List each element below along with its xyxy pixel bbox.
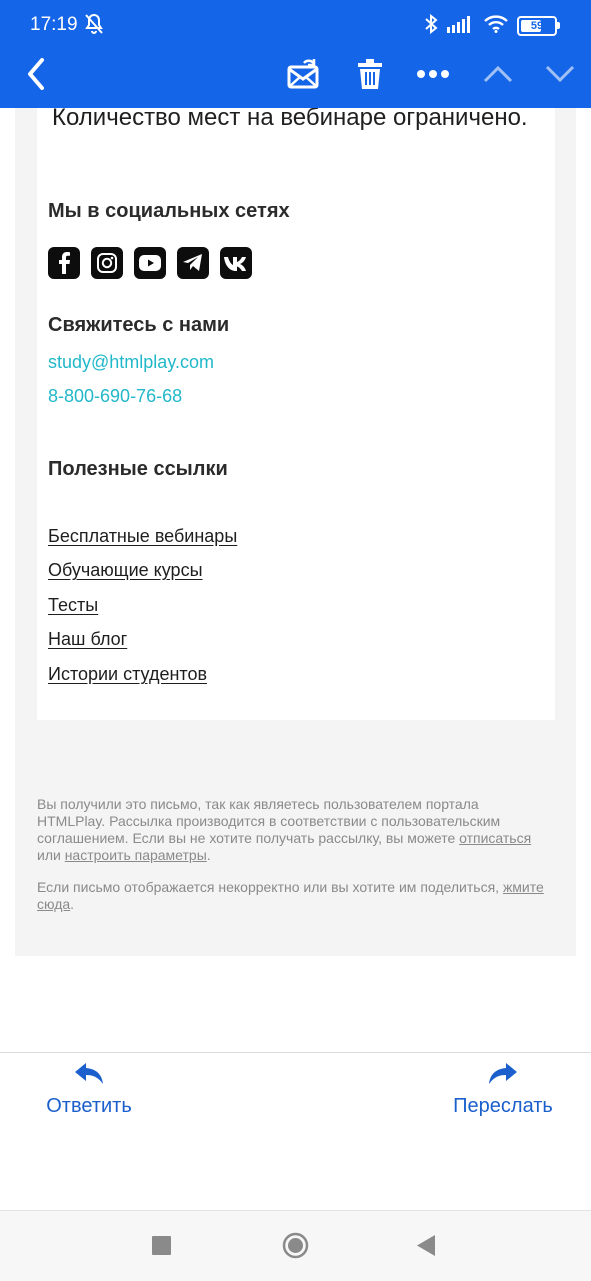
social-heading: Мы в социальных сетях: [48, 200, 290, 222]
link-courses[interactable]: Обучающие курсы: [48, 560, 203, 581]
link-tests[interactable]: Тесты: [48, 595, 98, 616]
message-actions: Ответить Переслать: [0, 1052, 591, 1211]
home-icon[interactable]: [282, 1232, 309, 1264]
vk-icon[interactable]: [220, 247, 252, 279]
link-blog[interactable]: Наш блог: [48, 629, 127, 650]
footer-notice: Вы получили это письмо, так как являетес…: [37, 796, 547, 864]
mark-unread-icon[interactable]: [284, 52, 324, 96]
footer-share-text: Если письмо отображается некорректно или…: [37, 879, 500, 895]
more-icon[interactable]: [414, 52, 452, 96]
battery-icon: 59: [517, 16, 560, 36]
reply-label: Ответить: [46, 1095, 132, 1117]
status-bar: 17:19 59: [0, 0, 591, 52]
telegram-icon[interactable]: [177, 247, 209, 279]
bell-off-icon: [82, 12, 106, 36]
links-heading: Полезные ссылки: [48, 458, 228, 480]
settings-link[interactable]: настроить параметры: [65, 847, 207, 863]
prev-message-icon[interactable]: [481, 52, 515, 96]
forward-icon: [487, 1061, 519, 1093]
contact-heading: Свяжитесь с нами: [48, 314, 230, 336]
battery-level: 59: [530, 20, 544, 32]
footer-share: Если письмо отображается некорректно или…: [37, 879, 547, 913]
youtube-icon[interactable]: [134, 247, 166, 279]
reply-icon: [73, 1061, 105, 1093]
next-message-icon[interactable]: [543, 52, 577, 96]
intro-text: Количество мест на вебинаре ограничено.: [52, 108, 528, 131]
signal-icon: [447, 15, 475, 38]
facebook-icon[interactable]: [48, 247, 80, 279]
message-toolbar: [0, 52, 591, 108]
back-nav-icon[interactable]: [417, 1235, 436, 1261]
footer-notice-text: Вы получили это письмо, так как являетес…: [37, 796, 501, 846]
bluetooth-icon: [424, 13, 438, 40]
forward-label: Переслать: [453, 1095, 553, 1117]
unsubscribe-link[interactable]: отписаться: [459, 830, 531, 846]
status-icons: 59: [424, 13, 560, 40]
trash-icon[interactable]: [354, 52, 386, 96]
forward-button[interactable]: Переслать: [450, 1061, 556, 1118]
system-nav-bar: [0, 1210, 591, 1281]
instagram-icon[interactable]: [91, 247, 123, 279]
wifi-icon: [484, 14, 508, 38]
contact-email-link[interactable]: study@htmlplay.com: [48, 352, 214, 373]
footer-share-period: .: [70, 896, 75, 912]
social-icons: [48, 247, 252, 279]
link-free-webinars[interactable]: Бесплатные вебинары: [48, 526, 237, 547]
app-header: 17:19 59: [0, 0, 591, 108]
reply-button[interactable]: Ответить: [43, 1061, 135, 1118]
footer-period: .: [206, 847, 211, 863]
email-body[interactable]: Количество мест на вебинаре ограничено. …: [0, 108, 591, 1052]
link-student-stories[interactable]: Истории студентов: [48, 664, 207, 685]
recent-apps-icon[interactable]: [152, 1236, 171, 1260]
footer-or-text: или: [37, 847, 61, 863]
contact-phone-link[interactable]: 8-800-690-76-68: [48, 386, 182, 407]
back-icon[interactable]: [20, 52, 52, 96]
status-time: 17:19: [30, 14, 78, 35]
